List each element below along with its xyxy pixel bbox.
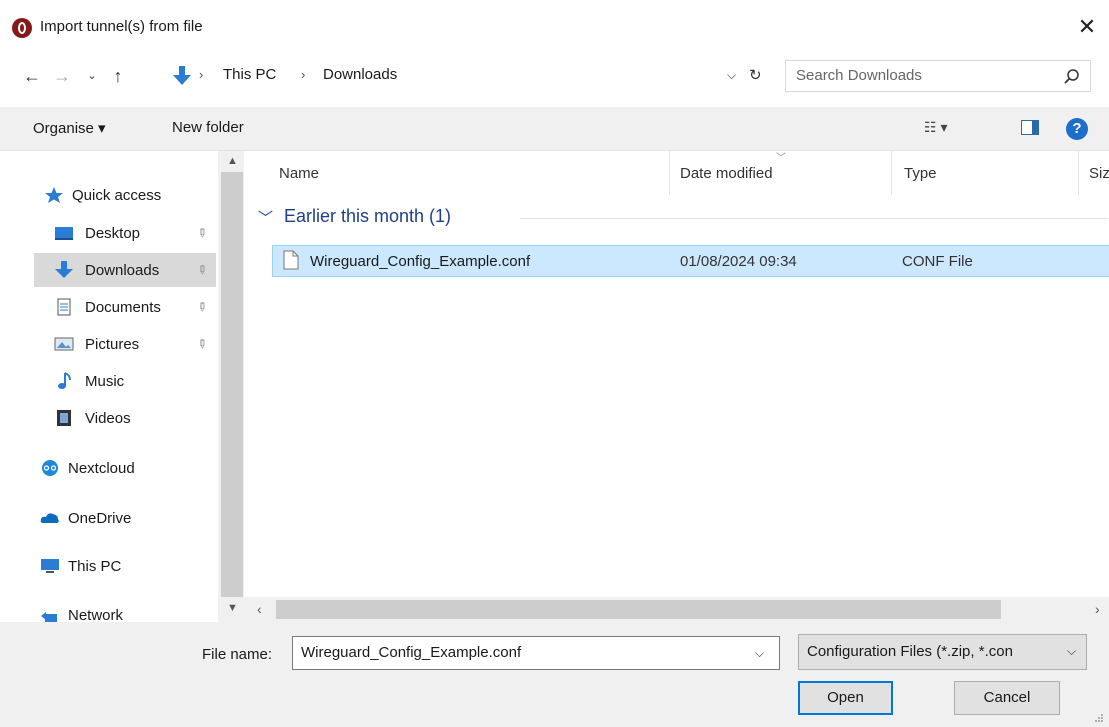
group-divider <box>520 218 1108 219</box>
nav-label: Pictures <box>85 336 140 353</box>
nav-label: This PC <box>68 558 122 575</box>
cancel-button[interactable]: Cancel <box>954 681 1060 715</box>
nav-label: Quick access <box>72 187 162 204</box>
search-icon[interactable] <box>1062 67 1082 87</box>
chevron-down-icon[interactable]: ⌵ <box>755 646 764 661</box>
breadcrumb-separator-icon: › <box>199 67 204 82</box>
nextcloud-icon <box>42 460 58 476</box>
nav-label: Documents <box>85 299 161 316</box>
column-header-row: Name Date modified Type Size <box>258 151 1109 195</box>
group-label: Earlier this month (1) <box>284 206 452 226</box>
window-title: Import tunnel(s) from file <box>40 18 203 35</box>
resize-grip-icon[interactable] <box>1094 713 1104 723</box>
file-type-value: Configuration Files (*.zip, *.con <box>807 643 1013 660</box>
column-name[interactable]: Name <box>279 165 319 182</box>
column-date-modified[interactable]: Date modified <box>680 165 773 182</box>
pin-icon[interactable]: ✎ <box>194 261 211 278</box>
file-date-cell: 01/08/2024 09:34 <box>680 253 797 270</box>
address-bar[interactable]: › This PC › Downloads ⌵ ↻ <box>167 60 772 92</box>
help-icon[interactable]: ? <box>1066 118 1088 140</box>
nav-item-quick-access[interactable]: Quick access <box>34 178 216 212</box>
wireguard-logo-icon <box>12 18 32 38</box>
scroll-left-icon[interactable]: ‹ <box>257 601 262 617</box>
music-icon <box>58 372 71 389</box>
videos-icon <box>57 410 71 426</box>
pin-icon[interactable]: ✎ <box>194 335 211 352</box>
group-header[interactable]: ﹀ Earlier this month (1) <box>258 204 1108 234</box>
network-icon <box>41 612 57 622</box>
close-button[interactable]: ✕ <box>1072 12 1102 42</box>
horizontal-scrollbar-thumb[interactable] <box>276 600 1001 619</box>
nav-label: Music <box>85 373 125 390</box>
breadcrumb-separator-icon: › <box>301 67 306 82</box>
onedrive-icon <box>40 513 59 523</box>
nav-item-documents[interactable]: Documents ✎ <box>34 290 216 324</box>
change-view-button[interactable]: ☷ ▾ <box>924 119 947 136</box>
documents-icon <box>57 298 71 316</box>
nav-label: Desktop <box>85 225 141 242</box>
column-divider[interactable] <box>891 151 892 195</box>
scroll-up-icon[interactable]: ▲ <box>227 155 238 167</box>
open-button[interactable]: Open <box>798 681 893 715</box>
chevron-down-icon[interactable]: ⌵ <box>1067 644 1076 659</box>
scroll-down-icon[interactable]: ▼ <box>227 602 238 614</box>
file-type-cell: CONF File <box>902 253 973 270</box>
new-folder-button[interactable]: New folder <box>172 119 244 136</box>
nav-label: Videos <box>85 410 131 427</box>
nav-item-this-pc[interactable]: This PC <box>34 549 216 583</box>
file-icon <box>283 250 299 270</box>
sort-indicator-icon: ﹀ <box>776 153 786 164</box>
nav-label: Nextcloud <box>68 460 135 477</box>
nav-item-downloads[interactable]: Downloads ✎ <box>34 253 216 287</box>
navigation-pane: Quick access Desktop ✎ Downloads ✎ Docum… <box>0 151 244 622</box>
column-type[interactable]: Type <box>904 165 937 182</box>
nav-item-network[interactable]: Network <box>34 598 216 622</box>
nav-scrollbar-thumb[interactable] <box>221 172 243 597</box>
breadcrumb-this-pc[interactable]: This PC <box>223 66 276 83</box>
recent-locations-chevron-icon[interactable]: ⌄ <box>80 64 104 88</box>
file-type-select[interactable]: Configuration Files (*.zip, *.con ⌵ <box>798 634 1087 670</box>
pin-icon[interactable]: ✎ <box>194 298 211 315</box>
downloads-folder-icon <box>173 66 191 85</box>
command-bar: Organise ▾ New folder ☷ ▾ ? <box>0 107 1109 151</box>
nav-item-desktop[interactable]: Desktop ✎ <box>34 216 216 250</box>
address-dropdown-icon[interactable]: ⌵ <box>727 68 736 83</box>
nav-item-onedrive[interactable]: OneDrive <box>34 501 216 535</box>
this-pc-icon <box>41 559 59 573</box>
search-box[interactable] <box>785 60 1091 92</box>
pin-icon[interactable]: ✎ <box>194 224 211 241</box>
forward-arrow-icon[interactable]: → <box>50 64 74 88</box>
nav-item-nextcloud[interactable]: Nextcloud <box>34 451 216 485</box>
organise-button[interactable]: Organise ▾ <box>33 119 106 137</box>
chevron-down-icon[interactable]: ﹀ <box>258 207 273 228</box>
nav-item-pictures[interactable]: Pictures ✎ <box>34 327 216 361</box>
refresh-icon[interactable]: ↻ <box>749 66 762 84</box>
downloads-icon <box>55 261 73 278</box>
up-arrow-icon[interactable]: ↑ <box>106 64 130 88</box>
desktop-icon <box>55 227 73 240</box>
nav-label: Downloads <box>85 262 160 279</box>
scroll-right-icon[interactable]: › <box>1095 601 1100 617</box>
search-input[interactable] <box>796 67 1036 84</box>
nav-item-music[interactable]: Music <box>34 364 216 398</box>
star-icon <box>45 187 63 203</box>
file-name-combobox[interactable]: ⌵ <box>292 636 780 670</box>
nav-item-videos[interactable]: Videos <box>34 401 216 435</box>
pictures-icon <box>54 337 74 351</box>
nav-label: Network <box>68 607 124 622</box>
file-name-input[interactable] <box>301 644 741 661</box>
preview-pane-icon[interactable] <box>1021 120 1039 135</box>
column-divider[interactable] <box>1078 151 1079 195</box>
breadcrumb-downloads[interactable]: Downloads <box>323 66 397 83</box>
column-size[interactable]: Size <box>1089 165 1109 182</box>
file-name-cell: Wireguard_Config_Example.conf <box>310 253 531 270</box>
column-divider[interactable] <box>669 151 670 195</box>
file-row[interactable]: Wireguard_Config_Example.conf 01/08/2024… <box>272 245 1109 277</box>
nav-label: OneDrive <box>68 510 132 527</box>
back-arrow-icon[interactable]: ← <box>20 64 44 88</box>
file-name-label: File name: <box>202 646 273 663</box>
